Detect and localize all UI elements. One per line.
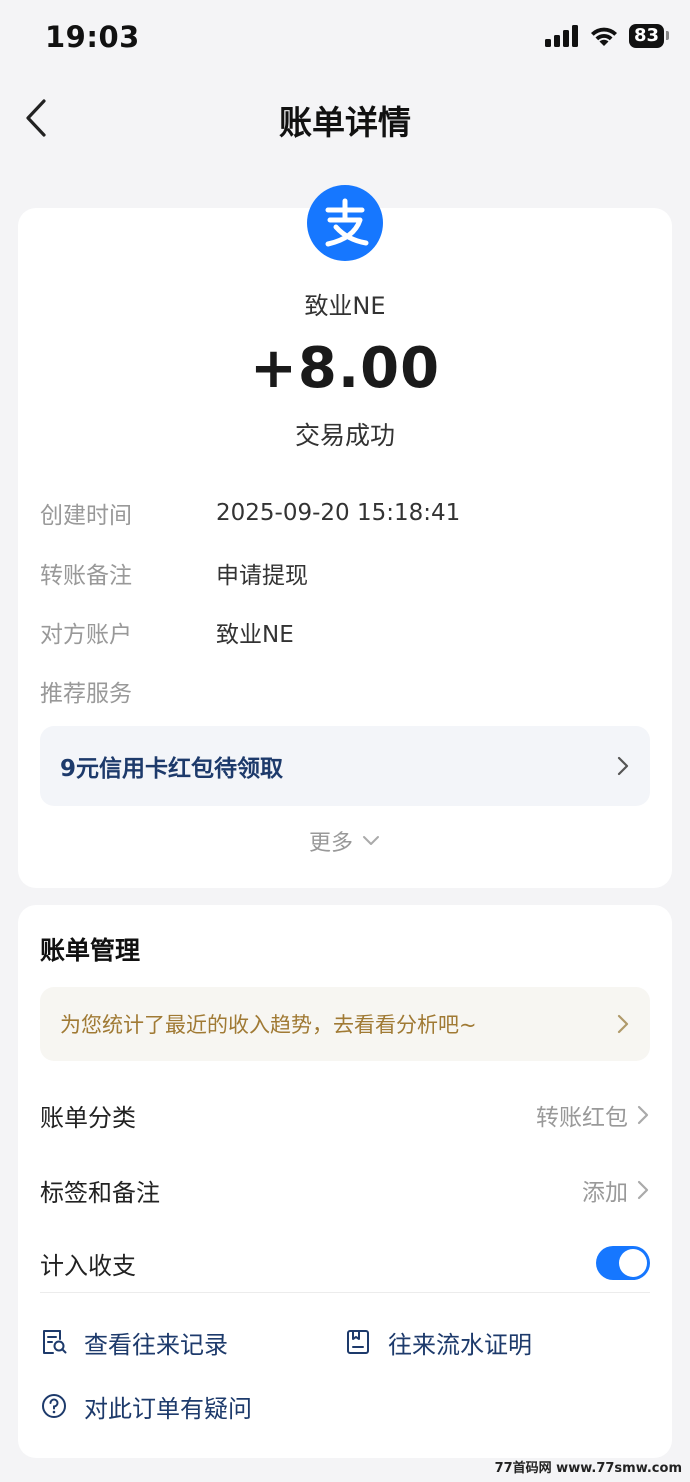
payee-avatar xyxy=(307,185,383,261)
amount: +8.00 xyxy=(249,336,441,401)
income-trend-banner[interactable]: 为您统计了最近的收入趋势，去看看分析吧~ xyxy=(40,987,650,1061)
detail-label: 推荐服务 xyxy=(40,681,132,707)
view-records-link[interactable]: 查看往来记录 xyxy=(40,1320,228,1364)
detail-label: 转账备注 xyxy=(40,563,132,589)
battery-indicator: 83 xyxy=(628,24,670,48)
status-icons: 83 xyxy=(544,24,670,48)
chevron-right-icon xyxy=(617,1014,629,1034)
more-label: 更多 xyxy=(308,831,353,856)
include-in-stats-label: 计入收支 xyxy=(40,1251,136,1280)
payee-name: 致业NE xyxy=(304,292,386,320)
chevron-right-icon xyxy=(617,756,629,776)
watermark: 77首码网 www.77smw.com xyxy=(494,1461,682,1476)
detail-label: 对方账户 xyxy=(40,622,132,648)
chevron-right-icon xyxy=(637,1180,649,1200)
bill-category-row[interactable]: 账单分类 转账红包 xyxy=(40,1090,650,1140)
detail-row-counterparty: 对方账户 致业NE xyxy=(40,612,294,652)
detail-row-remark: 转账备注 申请提现 xyxy=(40,553,308,593)
transaction-proof-label: 往来流水证明 xyxy=(388,1330,532,1359)
order-question-link[interactable]: 对此订单有疑问 xyxy=(40,1384,252,1428)
transaction-status: 交易成功 xyxy=(294,421,395,450)
bill-summary-card: 致业NE +8.00 交易成功 创建时间 2025-09-20 15:18:41… xyxy=(18,185,672,888)
question-circle-icon xyxy=(42,1394,66,1418)
bill-category-label: 账单分类 xyxy=(40,1103,136,1132)
include-in-stats-row: 计入收支 xyxy=(40,1238,650,1288)
tags-notes-row[interactable]: 标签和备注 添加 xyxy=(40,1165,650,1215)
document-icon xyxy=(347,1330,369,1354)
section-title: 账单管理 xyxy=(40,936,141,965)
tags-notes-label: 标签和备注 xyxy=(40,1178,160,1207)
alipay-logo-icon xyxy=(325,198,369,247)
wifi-icon xyxy=(590,27,617,46)
detail-value: 致业NE xyxy=(216,622,294,648)
status-time: 19:03 xyxy=(45,20,140,54)
chevron-right-icon xyxy=(637,1105,649,1125)
tags-notes-value: 添加 xyxy=(582,1180,628,1206)
detail-label: 创建时间 xyxy=(40,503,132,529)
detail-value: 2025-09-20 15:18:41 xyxy=(216,500,461,526)
detail-value: 申请提现 xyxy=(216,563,308,589)
signal-icon xyxy=(544,25,578,47)
bill-category-value: 转账红包 xyxy=(536,1105,628,1131)
divider xyxy=(40,1292,650,1293)
promo-text: 9元信用卡红包待领取 xyxy=(60,756,284,782)
page-title: 账单详情 xyxy=(279,103,411,142)
detail-row-created-time: 创建时间 2025-09-20 15:18:41 xyxy=(40,493,460,533)
detail-row-recommended: 推荐服务 xyxy=(40,671,216,711)
more-button[interactable]: 更多 xyxy=(18,825,672,857)
toggle-knob xyxy=(619,1249,647,1277)
status-bar: 19:03 83 xyxy=(0,0,690,78)
transaction-proof-link[interactable]: 往来流水证明 xyxy=(344,1320,532,1364)
chevron-down-icon xyxy=(363,836,379,845)
include-in-stats-toggle[interactable] xyxy=(596,1246,650,1280)
bill-management-card: 账单管理 为您统计了最近的收入趋势，去看看分析吧~ 账单分类 转账红包 标签和备… xyxy=(18,905,672,1458)
view-records-label: 查看往来记录 xyxy=(84,1330,228,1359)
insight-text: 为您统计了最近的收入趋势，去看看分析吧~ xyxy=(60,1013,477,1037)
order-question-label: 对此订单有疑问 xyxy=(84,1394,252,1423)
records-search-icon xyxy=(43,1330,67,1354)
promo-banner[interactable]: 9元信用卡红包待领取 xyxy=(40,726,650,806)
